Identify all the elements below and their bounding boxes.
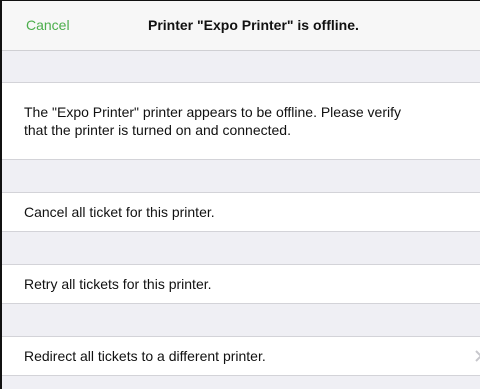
cancel-all-tickets-row[interactable]: Cancel all ticket for this printer. [2, 192, 480, 232]
offline-printer-dialog: Cancel Printer "Expo Printer" is offline… [0, 0, 480, 389]
cancel-button[interactable]: Cancel [26, 1, 70, 50]
offline-message-line-2: that the printer is turned on and connec… [24, 122, 291, 138]
redirect-all-tickets-label: Redirect all tickets to a different prin… [24, 348, 266, 364]
offline-message-cell: The "Expo Printer" printer appears to be… [2, 82, 480, 160]
cancel-all-tickets-label: Cancel all ticket for this printer. [24, 204, 215, 220]
offline-message-line-1: The "Expo Printer" printer appears to be… [24, 104, 401, 120]
chevron-right-icon [474, 350, 480, 362]
retry-all-tickets-row[interactable]: Retry all tickets for this printer. [2, 264, 480, 304]
navigation-bar: Cancel Printer "Expo Printer" is offline… [2, 1, 480, 51]
offline-message: The "Expo Printer" printer appears to be… [24, 103, 480, 139]
redirect-all-tickets-row[interactable]: Redirect all tickets to a different prin… [2, 336, 480, 376]
retry-all-tickets-label: Retry all tickets for this printer. [24, 276, 212, 292]
dialog-title: Printer "Expo Printer" is offline. [148, 17, 359, 33]
